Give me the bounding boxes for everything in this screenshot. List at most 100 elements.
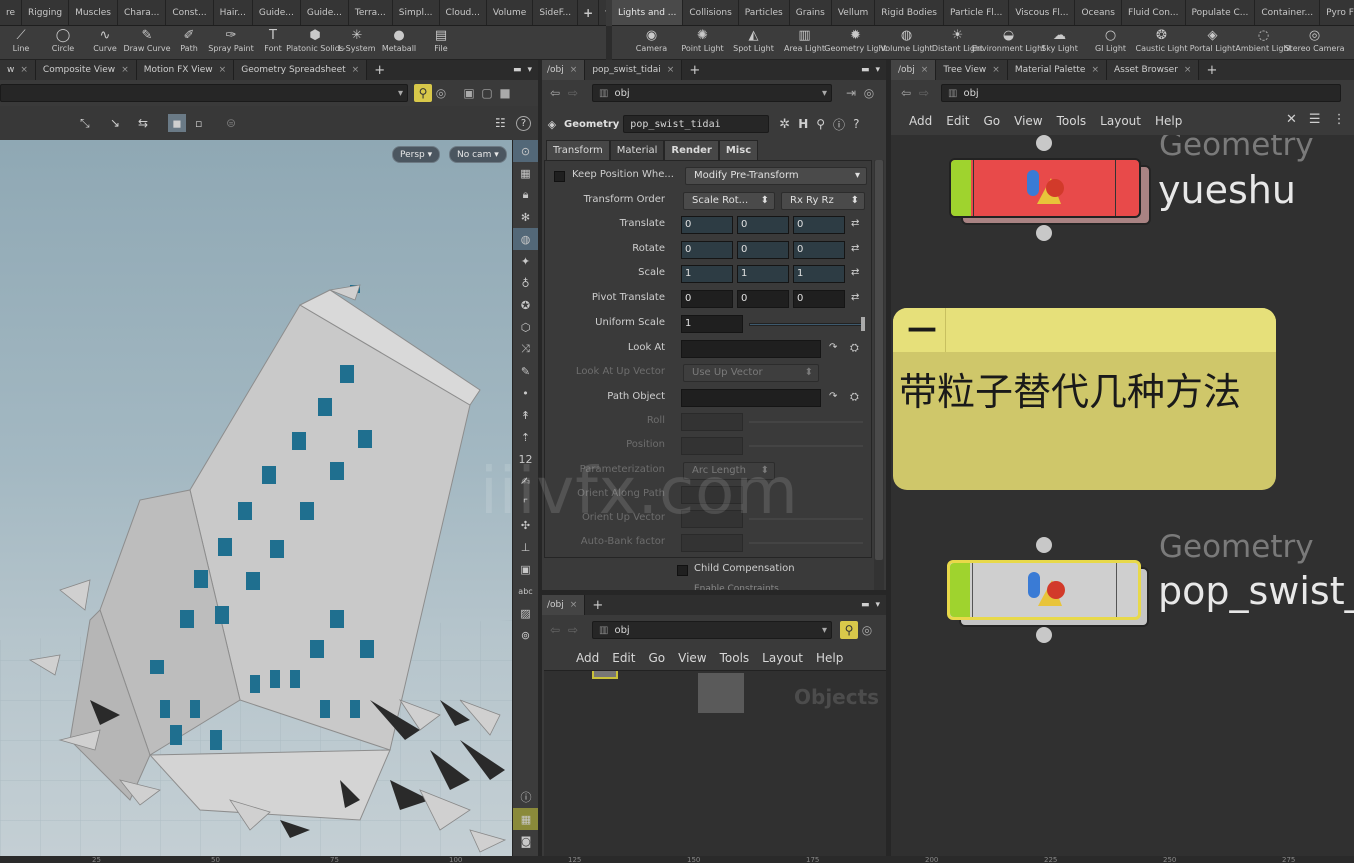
auto-bank-slider[interactable] (749, 542, 863, 544)
menu-add[interactable]: Add (909, 114, 932, 128)
pivot-z[interactable]: 0 (793, 290, 845, 308)
select-mode-icon[interactable]: ⤡ (80, 116, 90, 131)
shelf-left-tab[interactable]: Const... (166, 0, 214, 25)
pin-icon[interactable]: ⇥ (842, 84, 860, 102)
shelf-left-tab[interactable]: Chara... (118, 0, 167, 25)
roll-slider[interactable] (749, 421, 863, 423)
sync-icon[interactable]: ◎ (432, 84, 450, 102)
menu-edit[interactable]: Edit (612, 651, 635, 665)
display-flag[interactable] (950, 563, 970, 617)
spot-light-tool[interactable]: ◭ Spot Light (728, 26, 779, 59)
menu-layout[interactable]: Layout (762, 651, 803, 665)
wrench-icon[interactable]: ✕ (1286, 112, 1297, 127)
menu-view[interactable]: View (678, 651, 706, 665)
node-output-connector[interactable] (1036, 627, 1052, 643)
shelf-right-tab[interactable]: Particle Fl... (943, 0, 1010, 25)
distant-light-tool[interactable]: ☀ Distant Light (932, 26, 983, 59)
pane-divider[interactable] (538, 60, 542, 856)
shading-icon[interactable]: ◼ (168, 114, 186, 132)
back-arrow-icon[interactable]: ⇦ (897, 84, 915, 102)
line-tool[interactable]: ⟋ Line (0, 26, 42, 59)
rotate-x[interactable]: 0 (681, 241, 733, 259)
small-network-editor[interactable]: Objects (544, 670, 886, 856)
lock-icon[interactable]: 🔒︎ (513, 184, 538, 206)
close-icon[interactable]: × (1091, 65, 1099, 75)
forward-arrow-icon[interactable]: ⇨ (564, 621, 582, 639)
tab-motion-fx-view[interactable]: Motion FX View × (136, 60, 235, 80)
wireframe-icon[interactable]: ▫ (195, 117, 202, 130)
shelf-menu-icon[interactable]: ▾ (599, 0, 606, 25)
transform-icon[interactable]: ↘ (110, 116, 120, 130)
file-tool[interactable]: ▤ File (420, 26, 462, 59)
portal-light-tool[interactable]: ◈ Portal Light (1187, 26, 1238, 59)
tab-geometry-spreadsheet[interactable]: Geometry Spreadsheet × (234, 60, 368, 80)
roll-field[interactable] (681, 413, 743, 431)
menu-help[interactable]: Help (816, 651, 843, 665)
forward-arrow-icon[interactable]: ⇨ (915, 84, 933, 102)
pane-menu-icon[interactable]: ▾ (527, 65, 532, 75)
add-tab-icon[interactable]: + (367, 60, 392, 80)
shelf-right-tab[interactable]: Vellum (831, 0, 876, 25)
list-icon[interactable]: ☰ (1309, 112, 1321, 127)
close-icon[interactable]: × (121, 65, 129, 75)
shelf-left-tab[interactable]: Guide... (300, 0, 349, 25)
metaball-tool[interactable]: ● Metaball (378, 26, 420, 59)
slider-handle[interactable] (861, 317, 865, 331)
timeline-ruler[interactable]: 25 50 75 100 125 150 175 200 225 250 275 (0, 856, 1354, 863)
display-flag[interactable] (951, 160, 971, 216)
camera-view-icon[interactable]: ◙ (513, 830, 539, 852)
node-pop-swist[interactable] (947, 560, 1141, 620)
cube-view-icon[interactable]: ⬡ (513, 316, 538, 338)
menu-tools[interactable]: Tools (720, 651, 750, 665)
info-icon[interactable]: ⓘ (513, 786, 539, 808)
close-icon[interactable]: × (921, 65, 929, 75)
scale-y[interactable]: 1 (737, 265, 789, 283)
menu-layout[interactable]: Layout (1100, 114, 1141, 128)
shelf-right-tab[interactable]: Lights and ... (612, 0, 684, 25)
sky-light-tool[interactable]: ☁ Sky Light (1034, 26, 1085, 59)
orient-up-field[interactable] (681, 510, 743, 528)
circle-tool[interactable]: ◯ Circle (42, 26, 84, 59)
image-icon[interactable]: ▨ (513, 602, 538, 624)
search-icon[interactable]: ⚲ (816, 117, 825, 131)
cube-icon[interactable]: ▣ (460, 84, 478, 102)
jump-arrow-icon[interactable]: ↷ (829, 342, 837, 353)
sticky-note[interactable]: — 带粒子替代几种方法 (893, 308, 1276, 490)
menu-add[interactable]: Add (576, 651, 599, 665)
bulb-icon[interactable]: ♁ (513, 272, 538, 294)
rotate-y[interactable]: 0 (737, 241, 789, 259)
shelf-right-tab[interactable]: Populate C... (1185, 0, 1256, 25)
brush-icon[interactable]: ✍ (513, 470, 538, 492)
geometry-light-tool[interactable]: ✹ Geometry Light (824, 26, 886, 59)
camera-persp-menu[interactable]: Persp ▾ (392, 146, 441, 163)
tab-misc[interactable]: Misc (718, 140, 759, 160)
pane-divider[interactable] (540, 590, 888, 595)
add-tab-icon[interactable]: + (585, 595, 610, 615)
layers-icon[interactable]: ⊜ (226, 116, 236, 130)
tab-tree-view[interactable]: Tree View × (936, 60, 1008, 80)
platonic-solids-tool[interactable]: ⬢ Platonic Solids (286, 26, 344, 59)
l-system-tool[interactable]: ✳ L-System (336, 26, 378, 59)
environment-light-tool[interactable]: ◒ Environment Light (972, 26, 1046, 59)
shelf-right-tab[interactable]: Fluid Con... (1121, 0, 1186, 25)
headlight-icon[interactable]: ✪ (513, 294, 538, 316)
box-icon[interactable]: ▣ (513, 558, 538, 580)
light-bulb-icon[interactable]: ◍ (513, 228, 538, 250)
help-h-icon[interactable]: H (798, 117, 808, 131)
main-network-editor[interactable]: Geometry yueshu Geometry pop_swist_ (891, 135, 1354, 856)
pin-icon[interactable]: ⚲ (840, 621, 858, 639)
menu-view[interactable]: View (1014, 114, 1042, 128)
shelf-left-tab[interactable]: re (0, 0, 23, 25)
pane-divider[interactable] (886, 60, 891, 856)
tab-obj[interactable]: /obj × (540, 595, 586, 615)
channel-icon[interactable]: ⇄ (851, 267, 859, 278)
shelf-left-tab[interactable]: SideF... (533, 0, 579, 25)
add-shelf-icon[interactable]: + (578, 0, 600, 25)
shelf-right-tab[interactable]: Grains (789, 0, 832, 25)
pane-menu-icon[interactable]: ▾ (875, 65, 880, 75)
tab-material[interactable]: Material (609, 140, 665, 160)
back-arrow-icon[interactable]: ⇦ (546, 621, 564, 639)
draw-curve-tool[interactable]: ✎ Draw Curve (123, 26, 170, 59)
volume-light-tool[interactable]: ◍ Volume Light (880, 26, 932, 59)
gi-light-tool[interactable]: ○ GI Light (1085, 26, 1136, 59)
